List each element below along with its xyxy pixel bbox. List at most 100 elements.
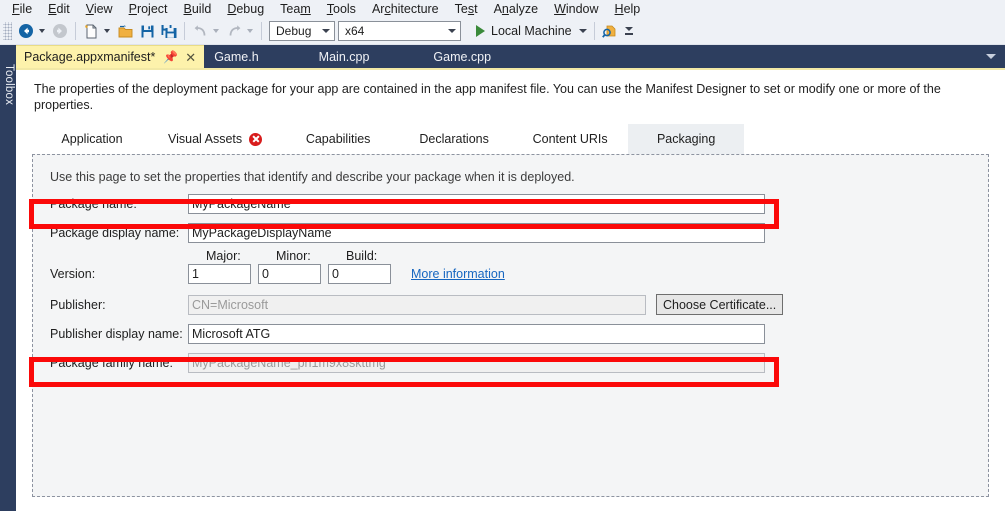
menu-item-team[interactable]: Team (272, 0, 319, 18)
document-tab-game-h[interactable]: Game.h (204, 45, 310, 68)
toolbar-overflow-button[interactable] (623, 27, 635, 35)
document-tab-label: Main.cpp (318, 49, 370, 64)
menu-item-analyze[interactable]: Analyze (486, 0, 546, 18)
tab-packaging[interactable]: Packaging (628, 124, 745, 154)
package-name-row: Package name: MyPackageName (50, 194, 765, 214)
toolbar-grip[interactable] (3, 22, 12, 40)
start-debugging-button[interactable]: Local Machine (469, 20, 590, 42)
tab-label: Packaging (656, 132, 716, 146)
version-label: Version: (50, 267, 96, 281)
save-all-icon (161, 24, 177, 38)
pin-icon[interactable]: 📌 (163, 50, 178, 64)
publisher-row: Publisher: CN=Microsoft Choose Certifica… (50, 294, 784, 315)
package-family-name-input: MyPackageName_ph1m9x8skttmg (188, 353, 765, 373)
menu-item-window[interactable]: Window (546, 0, 606, 18)
publisher-display-name-label: Publisher display name: (50, 327, 183, 341)
navigate-back-button[interactable] (15, 20, 37, 42)
document-tab-label: Game.h (214, 49, 259, 64)
tab-application[interactable]: Application (34, 124, 150, 154)
packaging-page: Use this page to set the properties that… (32, 154, 989, 497)
menu-item-edit[interactable]: Edit (40, 0, 78, 18)
document-tab-main-cpp[interactable]: Main.cpp (311, 45, 426, 68)
manifest-designer: The properties of the deployment package… (16, 68, 1005, 511)
save-icon (141, 25, 153, 37)
publisher-display-name-input[interactable]: Microsoft ATG (188, 324, 765, 344)
designer-description-bar: The properties of the deployment package… (16, 70, 1005, 124)
designer-description-text: The properties of the deployment package… (34, 81, 941, 112)
version-major-input[interactable]: 1 (188, 264, 251, 284)
document-tab-label: Game.cpp (433, 49, 492, 64)
menu-item-tools[interactable]: Tools (319, 0, 364, 18)
new-item-button[interactable] (80, 20, 102, 42)
package-name-label: Package name: (50, 197, 137, 211)
menu-item-file[interactable]: File (4, 0, 40, 18)
error-badge-icon (249, 132, 263, 146)
undo-button[interactable] (189, 20, 211, 42)
version-row: Version: 1 0 0 More information (50, 264, 505, 284)
version-build-input[interactable]: 0 (328, 264, 391, 284)
chevron-down-icon[interactable] (578, 29, 587, 33)
package-display-name-row: Package display name: MyPackageDisplayNa… (50, 223, 765, 243)
manifest-tab-strip: Application Visual Assets Capabilities D… (16, 124, 1005, 154)
toolbar-separator-1 (75, 22, 76, 40)
tab-label: Capabilities (305, 132, 371, 146)
open-folder-icon (118, 24, 132, 37)
tab-label: Content URIs (532, 132, 608, 146)
solution-platform-value: x64 (345, 24, 365, 38)
solution-configuration-combo[interactable]: Debug (269, 21, 335, 41)
save-button[interactable] (136, 20, 158, 42)
toolbox-label[interactable]: Toolbox (3, 64, 15, 126)
package-name-input[interactable]: MyPackageName (188, 194, 765, 214)
tab-label: Application (61, 132, 123, 146)
find-in-files-icon (602, 25, 616, 38)
new-item-dropdown-icon[interactable] (104, 29, 110, 33)
publisher-input: CN=Microsoft (188, 294, 646, 315)
navigate-back-dropdown-icon[interactable] (39, 29, 45, 33)
save-all-button[interactable] (158, 20, 180, 42)
document-tab-package-appxmanifest[interactable]: Package.appxmanifest* 📌 ✕ (16, 45, 205, 68)
more-information-link[interactable]: More information (411, 267, 505, 281)
tab-capabilities[interactable]: Capabilities (280, 124, 396, 154)
menu-item-help[interactable]: Help (607, 0, 649, 18)
package-family-name-label: Package family name: (50, 356, 173, 370)
choose-certificate-button[interactable]: Choose Certificate... (656, 294, 784, 315)
play-icon (476, 25, 485, 37)
redo-button[interactable] (223, 20, 245, 42)
menu-bar: File Edit View Project Build Debug Team … (0, 0, 1005, 18)
close-icon[interactable]: ✕ (185, 51, 196, 64)
version-major-label: Major: (206, 249, 241, 263)
menu-item-test[interactable]: Test (447, 0, 486, 18)
version-minor-input[interactable]: 0 (258, 264, 321, 284)
tab-declarations[interactable]: Declarations (396, 124, 512, 154)
document-tab-game-cpp[interactable]: Game.cpp (425, 45, 499, 68)
toolbar-separator-4 (593, 22, 595, 40)
redo-icon (229, 24, 240, 36)
version-build-label: Build: (346, 249, 378, 263)
redo-dropdown-icon[interactable] (247, 29, 253, 33)
menu-item-view[interactable]: View (78, 0, 121, 18)
menu-item-debug[interactable]: Debug (219, 0, 272, 18)
chevron-down-icon (322, 29, 330, 33)
solution-platform-combo[interactable]: x64 (338, 21, 461, 41)
publisher-label: Publisher: (50, 297, 106, 312)
document-tab-overflow-button[interactable] (986, 45, 1005, 68)
back-arrow-icon (19, 24, 33, 38)
tab-overflow-icon (986, 54, 996, 59)
menu-item-architecture[interactable]: Architecture (364, 0, 447, 18)
open-file-button[interactable] (114, 20, 136, 42)
visual-studio-window: File Edit View Project Build Debug Team … (0, 0, 1005, 511)
toolbar-separator-3 (261, 22, 262, 40)
document-tab-bar: Package.appxmanifest* 📌 ✕ Game.h Main.cp… (16, 45, 1005, 68)
menu-item-project[interactable]: Project (121, 0, 176, 18)
package-display-name-input[interactable]: MyPackageDisplayName (188, 223, 765, 243)
navigate-forward-button[interactable] (49, 20, 71, 42)
undo-dropdown-icon[interactable] (213, 29, 219, 33)
tab-visual-assets[interactable]: Visual Assets (150, 124, 280, 154)
find-in-files-button[interactable] (599, 20, 621, 42)
publisher-display-name-row: Publisher display name: Microsoft ATG (50, 324, 765, 344)
tab-content-uris[interactable]: Content URIs (512, 124, 628, 154)
toolbox-panel-strip[interactable]: Toolbox (0, 45, 16, 511)
packaging-form: Package name: MyPackageName Package disp… (33, 155, 988, 496)
menu-item-build[interactable]: Build (176, 0, 220, 18)
document-tab-label: Package.appxmanifest* (24, 50, 156, 64)
